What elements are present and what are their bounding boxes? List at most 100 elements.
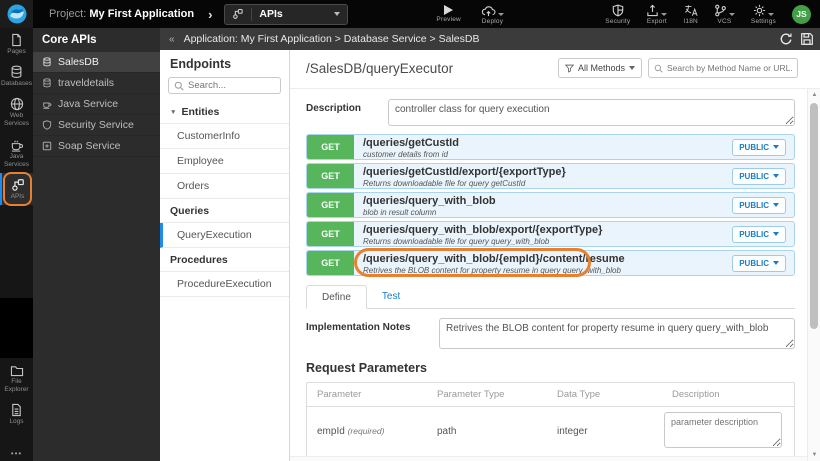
core-apis-item-java-service[interactable]: Java Service	[33, 94, 160, 115]
method-search-box[interactable]	[648, 58, 798, 78]
tab-define[interactable]: Define	[306, 285, 367, 309]
endpoints-search-box[interactable]	[168, 77, 281, 94]
chevron-down-icon	[629, 66, 635, 70]
operation-summary: customer details from id	[363, 149, 448, 159]
deploy-button[interactable]: Deploy	[481, 4, 504, 25]
data-type-cell: integer	[557, 426, 588, 437]
preview-button[interactable]: Preview	[436, 5, 461, 23]
search-icon	[174, 81, 184, 91]
endpoint-item-queryexecution[interactable]: QueryExecution	[160, 223, 289, 248]
endpoints-group-entities[interactable]: ▼ Entities	[160, 100, 289, 124]
icon-sidebar: Pages Databases Web Services Java Servic…	[0, 28, 33, 461]
core-apis-item-soap-service[interactable]: Soap Service	[33, 136, 160, 157]
operation-summary: Returns downloadable file for query getC…	[363, 178, 526, 188]
sidebar-item-file-explorer[interactable]: File Explorer	[0, 360, 33, 398]
more-button[interactable]: •••	[0, 449, 33, 458]
method-search-input[interactable]	[667, 63, 792, 73]
wavemaker-logo-icon	[7, 4, 27, 24]
security-button[interactable]: Security	[605, 4, 630, 25]
required-flag: (required)	[347, 426, 385, 436]
column-header-description: Description	[672, 389, 720, 400]
param-name-cell: empId (required)	[317, 426, 385, 437]
project-name: My First Application	[89, 8, 195, 20]
sidebar-item-web-services[interactable]: Web Services	[0, 92, 33, 132]
method-badge: GET	[307, 251, 354, 275]
app-logo[interactable]	[0, 0, 33, 28]
topbar: Project: My First Application › APIs Pre…	[0, 0, 820, 28]
core-apis-item-security-service[interactable]: Security Service	[33, 115, 160, 136]
triangle-down-icon: ▼	[170, 108, 177, 116]
param-type-cell: path	[437, 426, 457, 437]
chevron-down-icon	[661, 12, 668, 16]
operation-row-selected[interactable]: GET /queries/query_with_blob/{empId}/con…	[306, 248, 795, 277]
scroll-down-button[interactable]: ▼	[808, 452, 820, 458]
operation-summary: Retrives the BLOB content for property r…	[363, 265, 621, 275]
access-dropdown[interactable]: PUBLIC	[732, 225, 786, 243]
save-button[interactable]	[800, 32, 814, 46]
breadcrumb-chevron-icon: ›	[208, 6, 213, 22]
i18n-button[interactable]: I18N	[683, 4, 698, 25]
vcs-button[interactable]: VCS	[714, 4, 735, 25]
sidebar-item-apis[interactable]: APIs	[0, 171, 33, 206]
operation-summary: Returns downloadable file for query quer…	[363, 236, 550, 246]
refresh-button[interactable]	[779, 32, 793, 46]
scroll-up-button[interactable]: ▲	[808, 92, 820, 98]
operation-summary: blob in result column	[363, 207, 437, 217]
vertical-scrollbar[interactable]: ▲ ▼	[807, 89, 820, 461]
breadcrumb: Application: My First Application > Data…	[183, 33, 480, 45]
operation-row[interactable]: GET /queries/query_with_blob/export/{exp…	[306, 221, 795, 247]
scrollbar-thumb[interactable]	[810, 103, 818, 329]
page-title: /SalesDB/queryExecutor	[306, 61, 454, 76]
endpoints-group-procedures[interactable]: Procedures	[160, 248, 289, 272]
export-button[interactable]: Export	[646, 4, 668, 25]
operation-row[interactable]: GET /queries/getCustId customer details …	[306, 134, 795, 160]
main-header: /SalesDB/queryExecutor All Methods	[290, 50, 820, 89]
settings-button[interactable]: Settings	[751, 4, 776, 25]
chevron-down-icon	[773, 261, 779, 265]
workspace-label: APIs	[259, 8, 283, 20]
shield-icon	[612, 4, 624, 17]
description-textarea[interactable]: controller class for query execution	[388, 99, 795, 126]
operation-row[interactable]: GET /queries/getCustId/export/{exportTyp…	[306, 163, 795, 189]
horizontal-scrollbar[interactable]	[290, 456, 807, 461]
column-header-data-type: Data Type	[557, 389, 601, 400]
operation-row[interactable]: GET /queries/query_with_blob blob in res…	[306, 192, 795, 218]
param-description-textarea[interactable]	[664, 412, 782, 448]
user-avatar[interactable]: JS	[792, 4, 811, 24]
access-dropdown[interactable]: PUBLIC	[732, 138, 786, 156]
endpoints-search-input[interactable]	[188, 80, 275, 91]
chevron-down-icon	[773, 203, 779, 207]
project-title: Project: My First Application	[49, 8, 194, 20]
access-dropdown[interactable]: PUBLIC	[732, 167, 786, 185]
tab-test[interactable]: Test	[367, 285, 415, 308]
sidebar-item-databases[interactable]: Databases	[0, 60, 33, 92]
collapse-panel-icon[interactable]: «	[160, 34, 184, 45]
cloud-upload-icon	[481, 5, 496, 17]
main-scroll-area: Description controller class for query e…	[290, 89, 807, 461]
core-apis-item-salesdb[interactable]: SalesDB	[33, 52, 160, 73]
page-icon	[10, 33, 23, 47]
api-icon	[11, 178, 25, 192]
project-label: Project:	[49, 8, 87, 20]
endpoint-item-employee[interactable]: Employee	[160, 149, 289, 174]
endpoint-item-procedureexecution[interactable]: ProcedureExecution	[160, 272, 289, 297]
implementation-notes-textarea[interactable]: Retrives the BLOB content for property r…	[439, 318, 795, 349]
endpoint-item-customerinfo[interactable]: CustomerInfo	[160, 124, 289, 149]
gear-icon	[753, 4, 766, 17]
sidebar-item-pages[interactable]: Pages	[0, 28, 33, 60]
access-dropdown[interactable]: PUBLIC	[732, 254, 786, 272]
core-apis-item-traveldetails[interactable]: traveldetails	[33, 73, 160, 94]
database-icon	[10, 65, 23, 79]
methods-filter-button[interactable]: All Methods	[557, 58, 642, 78]
request-parameters-table: Parameter Parameter Type Data Type Descr…	[306, 382, 795, 461]
workspace-dropdown[interactable]: APIs	[224, 3, 349, 25]
endpoints-group-queries[interactable]: Queries	[160, 199, 289, 223]
sidebar-item-logs[interactable]: Logs	[0, 398, 33, 430]
description-label: Description	[306, 103, 362, 114]
chevron-down-icon	[773, 145, 779, 149]
endpoint-item-orders[interactable]: Orders	[160, 174, 289, 199]
sidebar-item-java-services[interactable]: Java Services	[0, 133, 33, 173]
access-dropdown[interactable]: PUBLIC	[732, 196, 786, 214]
application-bar: « Application: My First Application > Da…	[160, 28, 820, 50]
method-badge: GET	[307, 135, 354, 159]
